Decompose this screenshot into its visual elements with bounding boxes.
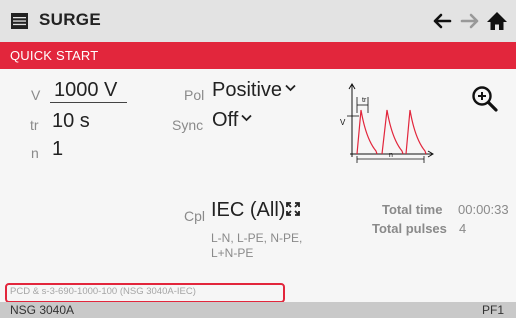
voltage-label: V	[31, 87, 41, 103]
diagram-n-label: n	[389, 152, 393, 159]
expand-icon[interactable]	[286, 202, 300, 216]
polarity-select[interactable]: Positive	[212, 79, 296, 102]
chevron-down-icon	[285, 84, 296, 92]
pf-indicator: PF1	[481, 303, 504, 317]
polarity-label: Pol	[184, 87, 205, 103]
highlight-box	[5, 283, 285, 303]
count-value[interactable]: 1	[52, 138, 63, 161]
coupling-value[interactable]: IEC (All)	[211, 199, 285, 222]
status-bar: NSG 3040A PF1	[0, 302, 516, 318]
chevron-down-icon	[241, 114, 252, 122]
title-bar: SURGE	[0, 0, 516, 42]
diagram-v-label: V	[340, 118, 346, 127]
rise-time-value[interactable]: 10 s	[52, 110, 90, 133]
voltage-value[interactable]: 1000 V	[54, 79, 117, 102]
coupling-label: Cpl	[184, 208, 206, 224]
diagram-tr-label: tr	[362, 97, 367, 104]
home-icon[interactable]	[485, 9, 509, 33]
zoom-in-icon[interactable]	[470, 84, 500, 114]
back-arrow-icon[interactable]	[430, 9, 454, 33]
device-model: NSG 3040A	[10, 303, 75, 317]
total-pulses-label: Total pulses	[372, 221, 447, 236]
total-time-value: 00:00:33	[458, 202, 509, 217]
quick-start-banner[interactable]: QUICK START	[0, 42, 516, 69]
total-pulses-value: 4	[459, 221, 467, 236]
menu-icon[interactable]	[11, 13, 28, 29]
sync-value: Off	[212, 109, 239, 131]
quick-start-label: QUICK START	[10, 48, 99, 63]
total-time-label: Total time	[382, 202, 443, 217]
sync-select[interactable]: Off	[212, 109, 252, 132]
surge-screen: SURGE QUICK START V 1000 V tr 10 s n 1 P…	[0, 0, 516, 318]
forward-arrow-icon[interactable]	[458, 9, 482, 33]
coupling-detail: L-N, L-PE, N-PE, L+N-PE	[211, 231, 303, 260]
screen-title: SURGE	[39, 10, 101, 29]
rise-time-label: tr	[30, 117, 39, 133]
sync-label: Sync	[172, 117, 204, 133]
pulse-diagram: tr V n	[340, 83, 434, 163]
voltage-underline	[50, 102, 127, 103]
polarity-value: Positive	[212, 79, 283, 101]
count-label: n	[31, 145, 39, 161]
